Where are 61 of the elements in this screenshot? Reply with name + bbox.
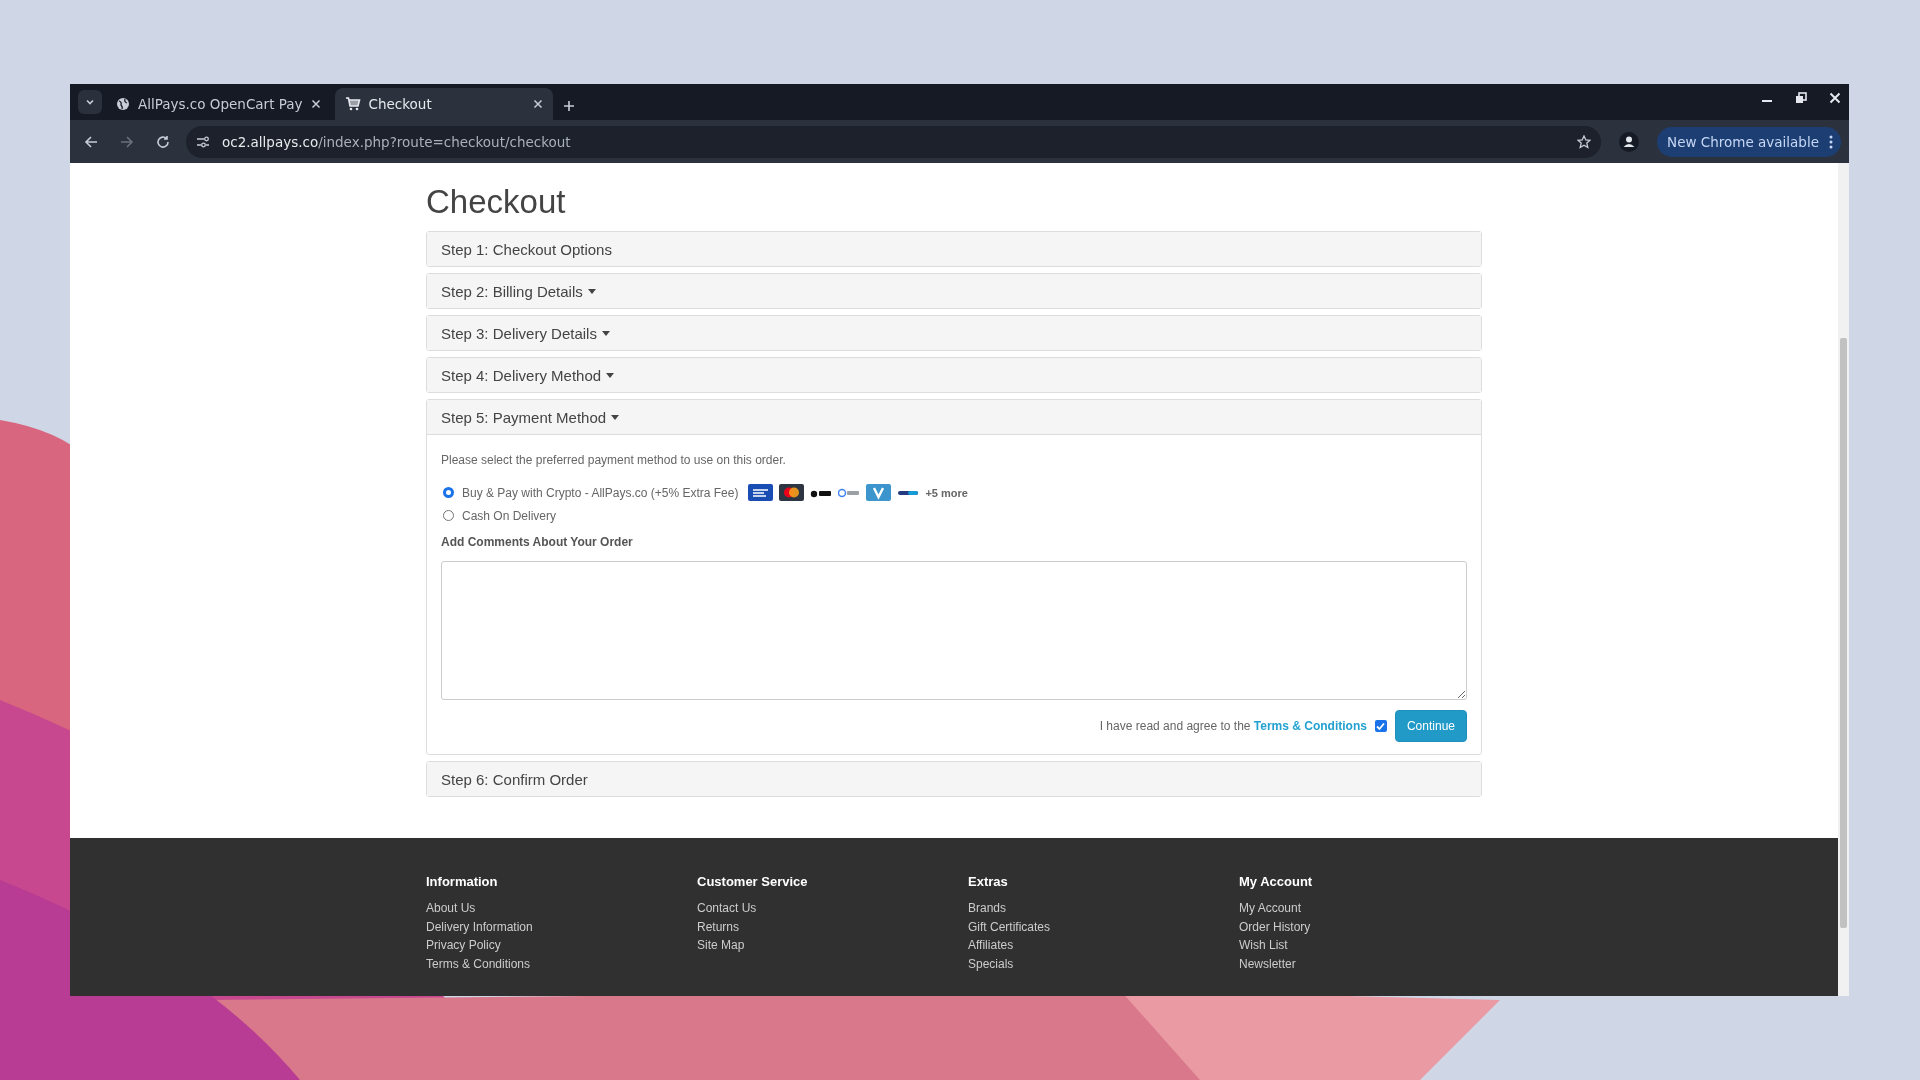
step-header[interactable]: Step 4: Delivery Method bbox=[427, 358, 1481, 392]
footer-link[interactable]: About Us bbox=[426, 899, 476, 918]
forward-icon[interactable] bbox=[120, 134, 134, 149]
page-title: Checkout bbox=[426, 183, 567, 221]
footer-link[interactable]: Terms & Conditions bbox=[426, 954, 531, 973]
step-header[interactable]: Step 1: Checkout Options bbox=[427, 232, 1481, 266]
browser-tab[interactable]: Checkout bbox=[334, 88, 553, 120]
close-icon[interactable] bbox=[532, 99, 543, 109]
footer-link[interactable]: Specials bbox=[968, 954, 1014, 973]
step-header[interactable]: Step 3: Delivery Details bbox=[427, 316, 1481, 350]
cart-icon bbox=[344, 97, 361, 111]
browser-tab[interactable]: AllPays.co OpenCart Pay bbox=[106, 88, 331, 120]
step-header[interactable]: Step 5: Payment Method bbox=[427, 400, 1481, 435]
footer-link[interactable]: My Account bbox=[1239, 899, 1302, 918]
footer-link[interactable]: Gift Certificates bbox=[968, 917, 1051, 936]
step-header[interactable]: Step 2: Billing Details bbox=[427, 274, 1481, 308]
instruction-text: Please select the preferred payment method to use on this order. bbox=[441, 453, 787, 467]
close-icon[interactable] bbox=[310, 99, 321, 109]
address-bar[interactable]: oc2.allpays.co/index.php?route=checkout/checkout bbox=[186, 125, 1602, 158]
footer-link[interactable]: Site Map bbox=[697, 936, 745, 955]
close-icon[interactable] bbox=[1829, 92, 1841, 104]
agree-checkbox[interactable] bbox=[1374, 720, 1387, 732]
comments-field[interactable] bbox=[441, 561, 1467, 700]
globe-icon bbox=[116, 97, 130, 111]
circles-card-icon bbox=[779, 484, 805, 501]
footer-link[interactable]: Wish List bbox=[1239, 936, 1288, 955]
footer-link[interactable]: Brands bbox=[968, 899, 1007, 918]
site-settings-icon[interactable] bbox=[196, 135, 210, 148]
payment-app-icon bbox=[866, 484, 892, 501]
more-icon bbox=[1829, 134, 1833, 149]
footer-heading: Customer Service bbox=[697, 874, 809, 889]
star-icon[interactable] bbox=[1577, 134, 1592, 149]
reload-icon[interactable] bbox=[156, 134, 170, 149]
footer-link[interactable]: Newsletter bbox=[1239, 954, 1296, 973]
radio-button[interactable] bbox=[443, 510, 454, 521]
new-tab-icon[interactable] bbox=[562, 100, 575, 112]
payment-option-label[interactable]: Cash On Delivery bbox=[462, 508, 557, 523]
step-header[interactable]: Step 6: Confirm Order bbox=[427, 762, 1481, 796]
footer-heading: Extras bbox=[968, 874, 1009, 889]
scrollbar[interactable] bbox=[1838, 163, 1849, 996]
footer-link[interactable]: Order History bbox=[1239, 917, 1311, 936]
back-icon[interactable] bbox=[84, 134, 98, 149]
footer-link[interactable]: Delivery Information bbox=[426, 917, 533, 936]
more-methods-text: +5 more bbox=[925, 486, 968, 499]
footer-link[interactable]: Affiliates bbox=[968, 936, 1014, 955]
agreement-text: I have read and agree to the Terms & Conditions bbox=[1099, 719, 1367, 733]
update-button[interactable]: New Chrome available bbox=[1657, 126, 1841, 157]
footer-link[interactable]: Privacy Policy bbox=[426, 936, 501, 955]
caret-icon bbox=[85, 97, 95, 107]
restore-icon[interactable] bbox=[1795, 92, 1807, 104]
card-icon bbox=[748, 484, 774, 501]
comments-label: Add Comments About Your Order bbox=[441, 535, 634, 549]
radio-button[interactable] bbox=[443, 487, 454, 498]
footer-link[interactable]: Contact Us bbox=[697, 899, 757, 918]
footer-heading: Information bbox=[426, 874, 499, 889]
url-text: oc2.allpays.co/index.php?route=checkout/checkout bbox=[222, 133, 571, 150]
payment-option-label[interactable]: Buy & Pay with Crypto - AllPays.co (+5% Extra Fee) bbox=[462, 485, 739, 500]
footer-link[interactable]: Returns bbox=[697, 917, 740, 936]
profile-icon[interactable] bbox=[1619, 131, 1640, 152]
footer-heading: My Account bbox=[1239, 874, 1314, 889]
tab-list-button[interactable] bbox=[78, 90, 102, 114]
